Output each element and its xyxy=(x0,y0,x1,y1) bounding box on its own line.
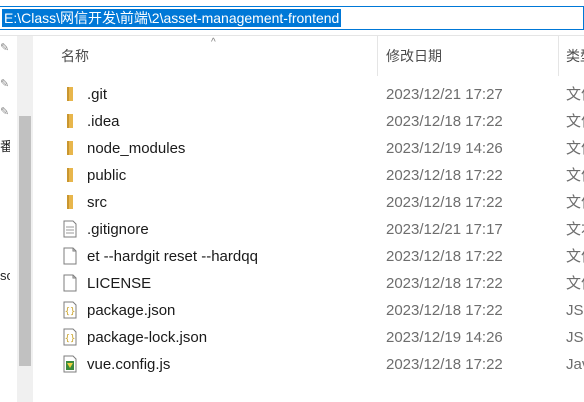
pin-icon: ✎ xyxy=(0,42,10,54)
file-modified: 2023/12/18 17:22 xyxy=(386,194,503,211)
file-modified: 2023/12/18 17:22 xyxy=(386,356,503,373)
column-type[interactable]: 类型 xyxy=(566,36,584,76)
file-type: 文件夹 xyxy=(566,86,584,103)
column-modified[interactable]: 修改日期 xyxy=(386,36,556,76)
file-row[interactable]: {} package.json 2023/12/18 17:22 JSON xyxy=(33,297,584,324)
file-row[interactable]: .idea 2023/12/18 17:22 文件夹 xyxy=(33,108,584,135)
file-name: .idea xyxy=(87,113,120,130)
file-type: JSON xyxy=(566,302,584,319)
file-row[interactable]: src 2023/12/18 17:22 文件夹 xyxy=(33,189,584,216)
file-modified: 2023/12/21 17:17 xyxy=(386,221,503,238)
file-row[interactable]: public 2023/12/18 17:22 文件夹 xyxy=(33,162,584,189)
file-modified: 2023/12/18 17:22 xyxy=(386,302,503,319)
file-type: 文件夹 xyxy=(566,113,584,130)
json-file-icon: {} xyxy=(63,328,77,346)
file-list: .git 2023/12/21 17:27 文件夹 .idea 2023/12/… xyxy=(33,80,584,402)
folder-icon xyxy=(67,195,73,209)
file-modified: 2023/12/18 17:22 xyxy=(386,167,503,184)
file-name: node_modules xyxy=(87,140,186,157)
file-row[interactable]: node_modules 2023/12/19 14:26 文件夹 xyxy=(33,135,584,162)
address-path-selected[interactable]: E:\Class\网信开发\前端\2\asset-management-fron… xyxy=(2,9,342,27)
file-type: 文本文档 xyxy=(566,221,584,238)
file-modified: 2023/12/19 14:26 xyxy=(386,140,503,157)
file-name: vue.config.js xyxy=(87,356,171,373)
file-row[interactable]: vue.config.js 2023/12/18 17:22 JavaScrip… xyxy=(33,351,584,378)
file-row[interactable]: .git 2023/12/21 17:27 文件夹 xyxy=(33,81,584,108)
file-modified: 2023/12/21 17:27 xyxy=(386,86,503,103)
file-modified: 2023/12/18 17:22 xyxy=(386,275,503,292)
file-modified: 2023/12/18 17:22 xyxy=(386,248,503,265)
svg-text:{}: {} xyxy=(65,307,76,317)
pin-icon: ✎ xyxy=(0,78,10,90)
file-type: JSON xyxy=(566,329,584,346)
file-name: package-lock.json xyxy=(87,329,208,346)
column-divider[interactable] xyxy=(558,36,559,76)
file-row[interactable]: et --hardgit reset --hardqq 2023/12/18 1… xyxy=(33,243,584,270)
folder-icon xyxy=(67,141,73,155)
file-type: 文件 xyxy=(566,248,584,265)
address-bar[interactable]: E:\Class\网信开发\前端\2\asset-management-fron… xyxy=(0,0,584,36)
file-name: src xyxy=(87,194,107,211)
folder-icon xyxy=(67,114,73,128)
file-name: .git xyxy=(87,86,108,103)
nav-scrollbar-thumb[interactable] xyxy=(19,116,31,366)
file-type: 文件 xyxy=(566,275,584,292)
address-input[interactable]: E:\Class\网信开发\前端\2\asset-management-fron… xyxy=(0,6,584,30)
file-row[interactable]: {} package-lock.json 2023/12/19 14:26 JS… xyxy=(33,324,584,351)
column-name[interactable]: 名称 xyxy=(61,36,361,76)
nav-item-fragment[interactable]: sc xyxy=(0,268,10,283)
file-name: .gitignore xyxy=(87,221,149,238)
column-divider[interactable] xyxy=(377,36,378,76)
file-row[interactable]: LICENSE 2023/12/18 17:22 文件 xyxy=(33,270,584,297)
svg-text:{}: {} xyxy=(65,334,76,344)
text-file-icon xyxy=(63,220,77,238)
blank-file-icon xyxy=(63,274,77,292)
folder-icon xyxy=(67,168,73,182)
file-name: LICENSE xyxy=(87,275,152,292)
file-type: 文件夹 xyxy=(566,167,584,184)
file-name: public xyxy=(87,167,127,184)
file-type: 文件夹 xyxy=(566,194,584,211)
json-file-icon: {} xyxy=(63,301,77,319)
file-modified: 2023/12/19 14:26 xyxy=(386,329,503,346)
js-file-icon xyxy=(63,355,77,373)
file-name: et --hardgit reset --hardqq xyxy=(87,248,258,265)
nav-scrollbar[interactable] xyxy=(17,36,33,402)
file-name: package.json xyxy=(87,302,176,319)
file-modified: 2023/12/18 17:22 xyxy=(386,113,503,130)
file-type: 文件夹 xyxy=(566,140,584,157)
folder-icon xyxy=(67,87,73,101)
nav-item-fragment[interactable]: 番 xyxy=(0,136,10,155)
file-type: JavaScript xyxy=(566,356,584,373)
file-row[interactable]: .gitignore 2023/12/21 17:17 文本文档 xyxy=(33,216,584,243)
pin-icon: ✎ xyxy=(0,106,10,118)
blank-file-icon xyxy=(63,247,77,265)
column-header: ^ 名称 修改日期 类型 xyxy=(33,36,584,76)
